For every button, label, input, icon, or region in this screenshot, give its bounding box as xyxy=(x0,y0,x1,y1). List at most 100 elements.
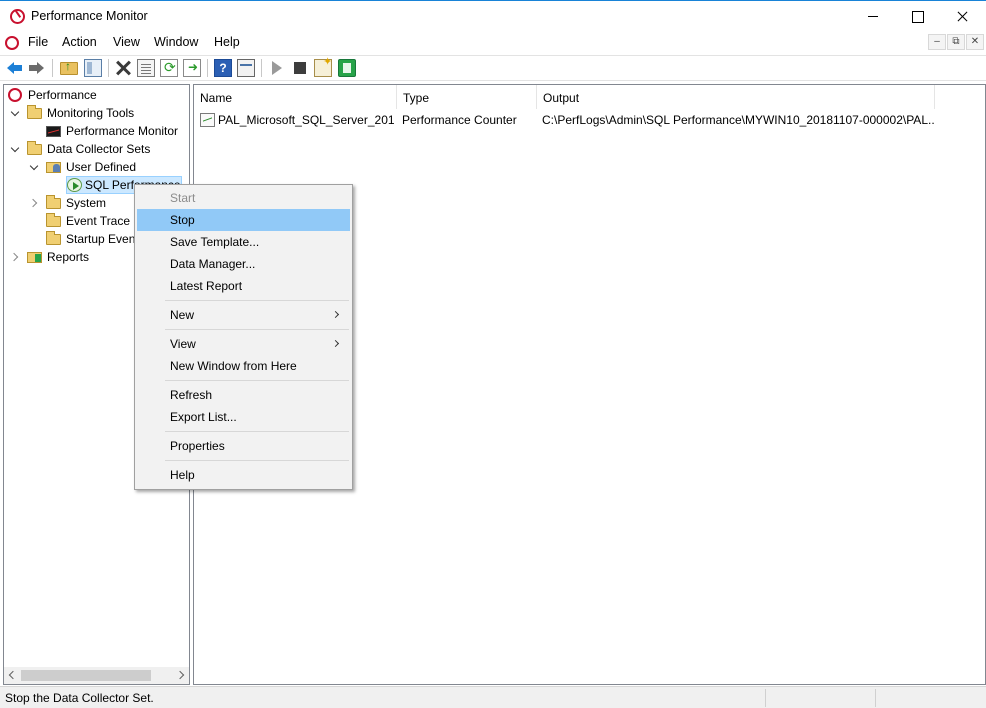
back-icon[interactable] xyxy=(6,59,24,77)
tree-label: Monitoring Tools xyxy=(47,106,135,120)
menu-item-properties[interactable]: Properties xyxy=(137,435,350,457)
menu-item-refresh[interactable]: Refresh xyxy=(137,384,350,406)
new-data-collector-set-icon[interactable] xyxy=(314,55,332,77)
folder-icon xyxy=(27,141,42,155)
menu-separator xyxy=(165,329,349,330)
scroll-right-icon[interactable] xyxy=(175,669,187,682)
menu-item-help[interactable]: Help xyxy=(137,464,350,486)
collapse-chevron-icon[interactable] xyxy=(11,144,21,154)
help-icon[interactable]: ? xyxy=(214,59,232,77)
submenu-chevron-icon xyxy=(331,339,340,348)
column-header-type[interactable]: Type xyxy=(397,85,537,109)
mdi-window-controls: – ⧉ ✕ xyxy=(928,32,986,52)
tree-node-user-defined[interactable]: User Defined xyxy=(4,158,189,176)
submenu-chevron-icon xyxy=(331,310,340,319)
properties-icon[interactable] xyxy=(137,59,155,77)
menu-bar: File Action View Window Help – ⧉ ✕ xyxy=(0,32,986,54)
expand-chevron-icon[interactable] xyxy=(11,252,21,262)
menu-help[interactable]: Help xyxy=(210,35,244,49)
up-one-level-icon[interactable] xyxy=(60,59,78,75)
toolbar: ? xyxy=(0,55,986,81)
table-row[interactable]: PAL_Microsoft_SQL_Server_2014 Performanc… xyxy=(194,110,985,130)
status-panel-divider xyxy=(765,689,766,707)
mdi-minimize-button[interactable]: – xyxy=(928,34,946,50)
folder-icon xyxy=(46,195,61,209)
folder-icon xyxy=(46,213,61,227)
expand-chevron-icon[interactable] xyxy=(30,198,40,208)
performance-counter-file-icon xyxy=(200,113,215,127)
tree-label: Performance xyxy=(28,88,97,102)
menu-item-view[interactable]: View xyxy=(137,333,350,355)
user-folder-icon xyxy=(46,162,61,173)
window-title: Performance Monitor xyxy=(31,9,148,23)
tree-label: Performance Monitor xyxy=(66,124,179,138)
menu-separator xyxy=(165,380,349,381)
tree-label: System xyxy=(66,196,107,210)
reports-icon xyxy=(27,252,42,263)
cell-name: PAL_Microsoft_SQL_Server_2014 xyxy=(218,113,394,127)
folder-icon xyxy=(27,105,42,119)
collapse-chevron-icon[interactable] xyxy=(30,162,40,172)
column-header-output[interactable]: Output xyxy=(537,85,935,109)
menu-action[interactable]: Action xyxy=(58,35,101,49)
menu-item-new-window-from-here[interactable]: New Window from Here xyxy=(137,355,350,377)
maximize-button[interactable] xyxy=(894,1,940,32)
refresh-icon[interactable] xyxy=(160,59,178,77)
horizontal-scrollbar[interactable] xyxy=(4,667,189,684)
close-button[interactable] xyxy=(940,1,986,32)
tree-label: User Defined xyxy=(66,160,137,174)
tree-node-data-collector-sets[interactable]: Data Collector Sets xyxy=(4,140,189,158)
menu-item-label: View xyxy=(170,337,196,351)
tree-label: Reports xyxy=(47,250,90,264)
menu-item-stop[interactable]: Stop xyxy=(137,209,350,231)
mmc-system-menu-icon[interactable] xyxy=(5,36,19,50)
status-bar: Stop the Data Collector Set. xyxy=(0,686,986,708)
tree-node-monitoring-tools[interactable]: Monitoring Tools xyxy=(4,104,189,122)
menu-item-export-list[interactable]: Export List... xyxy=(137,406,350,428)
context-menu: Start Stop Save Template... Data Manager… xyxy=(134,184,353,490)
stop-icon[interactable] xyxy=(291,59,309,77)
collapse-chevron-icon[interactable] xyxy=(11,108,21,118)
toolbar-separator xyxy=(52,59,53,77)
menu-item-data-manager[interactable]: Data Manager... xyxy=(137,253,350,275)
toolbar-separator xyxy=(261,59,262,77)
scrollbar-thumb[interactable] xyxy=(21,670,151,681)
minimize-button[interactable] xyxy=(850,1,896,32)
menu-window[interactable]: Window xyxy=(150,35,202,49)
menu-item-label: New xyxy=(170,308,195,322)
menu-separator xyxy=(165,460,349,461)
tree-node-performance-monitor[interactable]: Performance Monitor xyxy=(4,122,189,140)
menu-item-save-template[interactable]: Save Template... xyxy=(137,231,350,253)
mdi-close-button[interactable]: ✕ xyxy=(966,34,984,50)
menu-view[interactable]: View xyxy=(109,35,144,49)
delete-icon[interactable] xyxy=(114,59,132,77)
show-hide-console-tree-icon[interactable] xyxy=(84,59,102,77)
performance-root-icon xyxy=(8,88,22,102)
folder-icon xyxy=(46,231,61,245)
menu-separator xyxy=(165,431,349,432)
tree-label: Data Collector Sets xyxy=(47,142,151,156)
performance-monitor-icon xyxy=(46,126,61,137)
menu-file[interactable]: File xyxy=(24,35,52,49)
column-header-name[interactable]: Name xyxy=(194,85,397,109)
data-collector-set-running-icon xyxy=(67,178,82,192)
forward-icon[interactable] xyxy=(28,59,46,77)
menu-item-new[interactable]: New xyxy=(137,304,350,326)
cell-type: Performance Counter xyxy=(402,113,517,127)
menu-separator xyxy=(165,300,349,301)
menu-item-latest-report[interactable]: Latest Report xyxy=(137,275,350,297)
start-icon[interactable] xyxy=(268,59,286,77)
tree-node-performance[interactable]: Performance xyxy=(4,86,189,104)
status-panel-divider xyxy=(875,689,876,707)
title-bar: Performance Monitor xyxy=(0,0,986,32)
scroll-left-icon[interactable] xyxy=(6,669,18,682)
performance-monitor-app-icon[interactable] xyxy=(10,9,25,24)
export-list-icon[interactable] xyxy=(183,59,201,77)
list-header: Name Type Output xyxy=(194,85,985,109)
toolbar-separator xyxy=(207,59,208,77)
status-text: Stop the Data Collector Set. xyxy=(5,691,154,705)
toolbar-separator xyxy=(108,59,109,77)
mdi-restore-button[interactable]: ⧉ xyxy=(947,34,965,50)
show-hide-action-pane-icon[interactable] xyxy=(237,59,255,77)
latest-report-icon[interactable] xyxy=(338,59,356,77)
